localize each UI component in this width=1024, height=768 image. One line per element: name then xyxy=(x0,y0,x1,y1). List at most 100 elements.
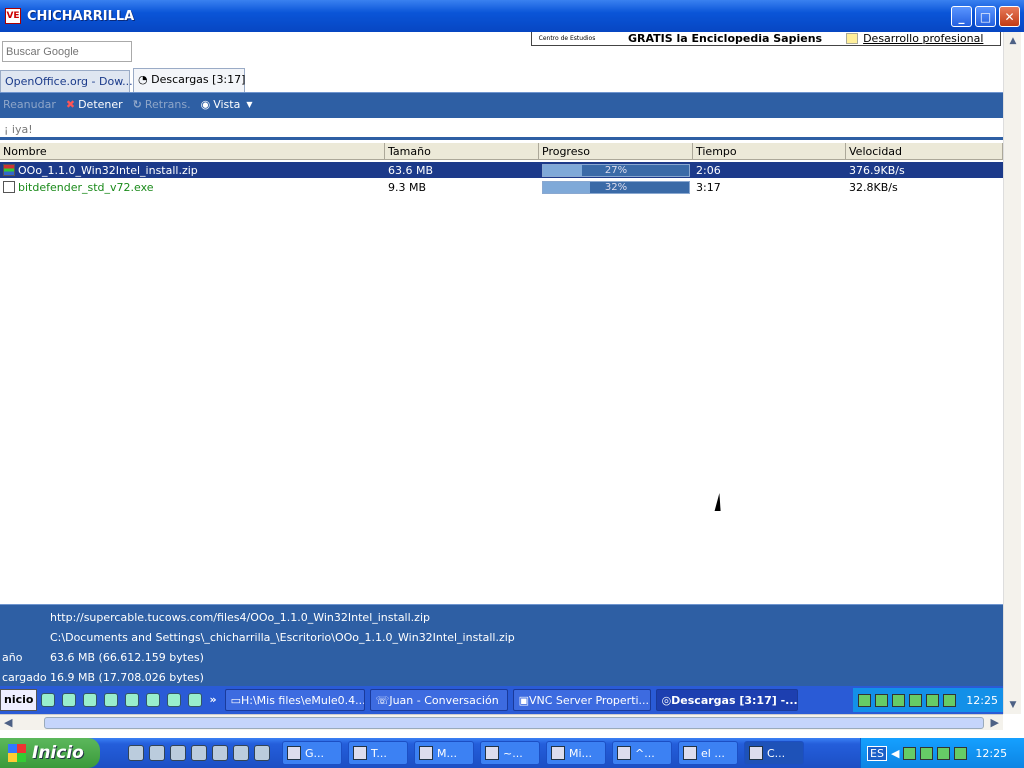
tray-icon[interactable] xyxy=(943,693,957,707)
app-icon[interactable] xyxy=(83,693,98,707)
zip-file-icon xyxy=(3,164,15,176)
scroll-up-icon[interactable]: ▲ xyxy=(1006,34,1020,48)
filter-bar[interactable]: ¡ iya! xyxy=(0,116,1003,140)
remote-task-active[interactable]: ◎ Descargas [3:17] -... xyxy=(655,689,798,711)
chevron-right-icon[interactable]: » xyxy=(209,693,216,707)
col-tamano[interactable]: Tamaño xyxy=(385,143,539,159)
ad-logo: Centro de Estudios xyxy=(538,35,596,42)
eye-icon: ◉ xyxy=(200,98,211,111)
search-input[interactable] xyxy=(2,41,132,62)
messenger-icon[interactable] xyxy=(62,693,77,707)
vertical-scrollbar[interactable]: ▲ ▼ xyxy=(1003,32,1021,714)
taskbar-item[interactable]: G... xyxy=(282,741,342,765)
tab-openoffice[interactable]: OpenOffice.org - Dow... xyxy=(0,70,133,92)
minimize-icon: _ xyxy=(958,9,965,24)
maximize-button[interactable]: □ xyxy=(975,6,996,27)
stop-button[interactable]: ✖ Detener xyxy=(66,98,123,111)
scroll-right-icon[interactable]: ▶ xyxy=(991,716,999,729)
player-icon[interactable] xyxy=(146,693,161,707)
detail-url[interactable]: http://supercable.tucows.com/files4/OOo_… xyxy=(50,611,430,624)
retry-button[interactable]: ↻ Retrans. xyxy=(133,98,191,111)
tray-icon[interactable] xyxy=(920,746,934,760)
window-icon xyxy=(485,746,499,760)
retry-icon: ↻ xyxy=(132,98,142,111)
taskbar-item[interactable]: el ... xyxy=(678,741,738,765)
chevron-left-icon[interactable]: ◀ xyxy=(891,747,899,760)
window-icon xyxy=(287,746,301,760)
quicklaunch xyxy=(128,745,270,761)
remote-clock: 12:25 xyxy=(966,693,998,707)
browser-icon[interactable] xyxy=(149,745,165,761)
browser-content: Centro de Estudios GRATIS la Enciclopedi… xyxy=(0,32,1003,714)
folder-icon: ▭ xyxy=(230,693,241,707)
row-size: 9.3 MB xyxy=(388,180,427,194)
media-icon[interactable] xyxy=(125,693,140,707)
window-titlebar[interactable]: VE CHICHARRILLA _ □ ✕ xyxy=(0,0,1024,32)
opera-icon[interactable] xyxy=(104,693,119,707)
table-row[interactable]: OOo_1.1.0_Win32Intel_install.zip 63.6 MB… xyxy=(0,161,1003,179)
remote-task[interactable]: ☏ Juan - Conversación xyxy=(369,689,508,711)
col-tiempo[interactable]: Tiempo xyxy=(693,143,846,159)
maximize-icon: □ xyxy=(979,9,992,24)
tray-icon[interactable] xyxy=(903,746,917,760)
vnc-icon[interactable] xyxy=(254,745,270,761)
ad-link[interactable]: Desarrollo profesional xyxy=(863,32,983,45)
taskbar-item[interactable]: ^... xyxy=(612,741,672,765)
horizontal-scrollbar[interactable]: ◀ ▶ xyxy=(0,714,1003,730)
col-progreso[interactable]: Progreso xyxy=(539,143,693,159)
ie-icon[interactable] xyxy=(41,693,56,707)
tray-icon[interactable] xyxy=(909,693,923,707)
remote-quicklaunch: » xyxy=(41,693,217,707)
emule-icon[interactable] xyxy=(188,693,203,707)
taskbar-item[interactable]: ~... xyxy=(480,741,540,765)
system-tray: ES ◀ 12:25 xyxy=(860,738,1024,768)
tray-icon[interactable] xyxy=(892,693,906,707)
remote-task[interactable]: ▭ H:\Mis files\eMule0.4... xyxy=(224,689,365,711)
tray-icon[interactable] xyxy=(937,746,951,760)
network-icon xyxy=(683,746,697,760)
vnc-icon xyxy=(749,746,763,760)
close-button[interactable]: ✕ xyxy=(999,6,1020,27)
app-icon: VE xyxy=(5,8,21,24)
table-row[interactable]: bitdefender_std_v72.exe 9.3 MB 32% 3:17 … xyxy=(0,179,1003,195)
ad-text[interactable]: GRATIS la Enciclopedia Sapiens xyxy=(628,32,822,45)
view-menu[interactable]: ◉ Vista ▼ xyxy=(201,98,253,111)
progress-bar: 32% xyxy=(542,180,690,194)
network-icon xyxy=(617,746,631,760)
table-header: Nombre Tamaño Progreso Tiempo Velocidad xyxy=(0,143,1003,160)
taskbar-item-active[interactable]: C... xyxy=(744,741,804,765)
document-icon xyxy=(551,746,565,760)
tray-icon[interactable] xyxy=(954,746,968,760)
ad-banner[interactable]: Centro de Estudios GRATIS la Enciclopedi… xyxy=(531,32,1001,46)
tab-descargas[interactable]: ◔ Descargas [3:17] xyxy=(133,68,245,92)
remote-system-tray: 12:25 xyxy=(853,688,1003,712)
taskbar-item[interactable]: Mi... xyxy=(546,741,606,765)
start-button[interactable]: Inicio xyxy=(0,738,100,768)
email-icon[interactable] xyxy=(170,745,186,761)
ie-icon[interactable] xyxy=(128,745,144,761)
taskbar-item[interactable]: T... xyxy=(348,741,408,765)
col-velocidad[interactable]: Velocidad xyxy=(846,143,1003,159)
row-speed: 376.9KB/s xyxy=(849,163,905,177)
scrollbar-thumb[interactable] xyxy=(44,717,984,729)
tray-icon[interactable] xyxy=(926,693,940,707)
remote-start-button[interactable]: nicio xyxy=(0,689,38,711)
tool-icon[interactable] xyxy=(233,745,249,761)
minimize-button[interactable]: _ xyxy=(951,6,972,27)
scroll-left-icon[interactable]: ◀ xyxy=(4,716,12,729)
detail-size: 63.6 MB (66.612.159 bytes) xyxy=(50,650,204,664)
language-indicator[interactable]: ES xyxy=(867,745,887,761)
folder-icon[interactable] xyxy=(212,745,228,761)
remote-task[interactable]: ▣ VNC Server Properti... xyxy=(512,689,651,711)
windows-logo-icon xyxy=(8,744,26,762)
tool-icon[interactable] xyxy=(167,693,182,707)
clock: 12:25 xyxy=(975,746,1008,760)
taskbar-item[interactable]: M... xyxy=(414,741,474,765)
note-icon xyxy=(846,33,859,44)
tray-icon[interactable] xyxy=(875,693,889,707)
scroll-down-icon[interactable]: ▼ xyxy=(1006,698,1020,712)
messenger-icon[interactable] xyxy=(191,745,207,761)
tray-icon[interactable] xyxy=(858,693,872,707)
resume-button[interactable]: Reanudar xyxy=(3,98,56,111)
col-nombre[interactable]: Nombre xyxy=(0,143,385,159)
